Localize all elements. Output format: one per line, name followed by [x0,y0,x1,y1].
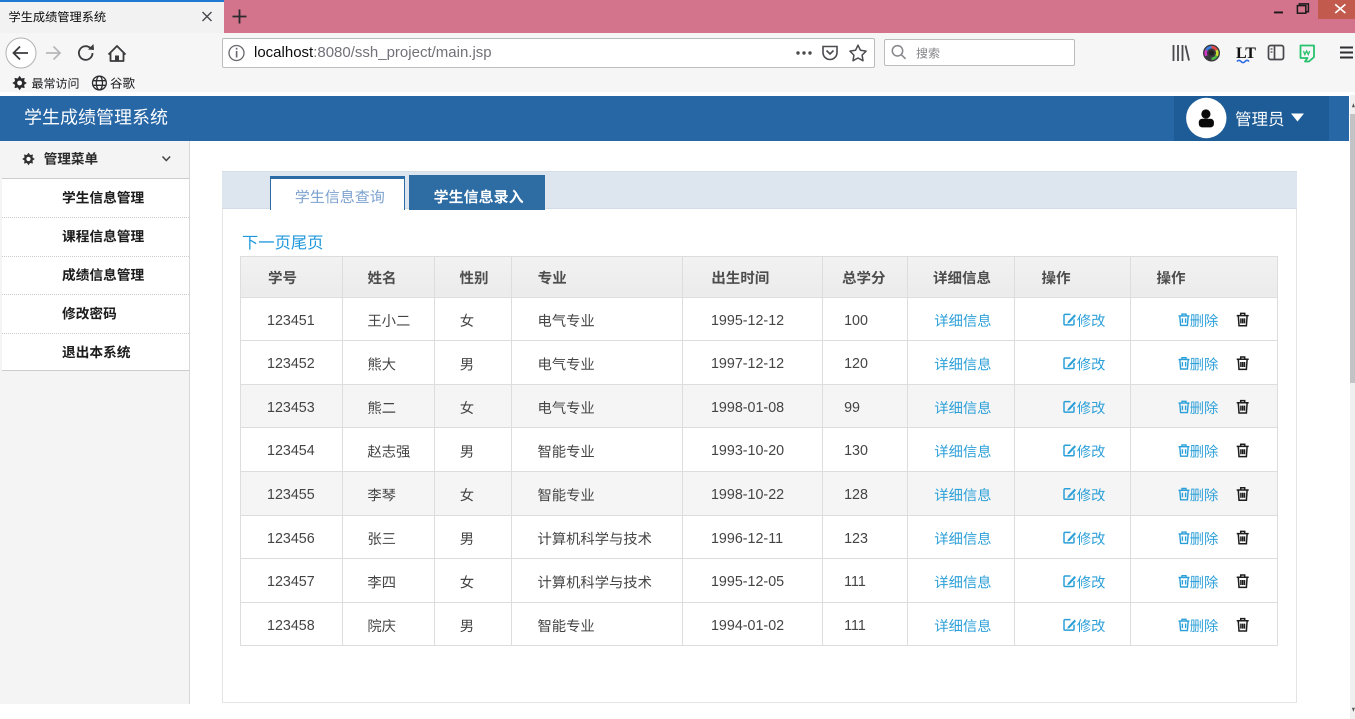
svg-text:LT: LT [1236,45,1256,62]
